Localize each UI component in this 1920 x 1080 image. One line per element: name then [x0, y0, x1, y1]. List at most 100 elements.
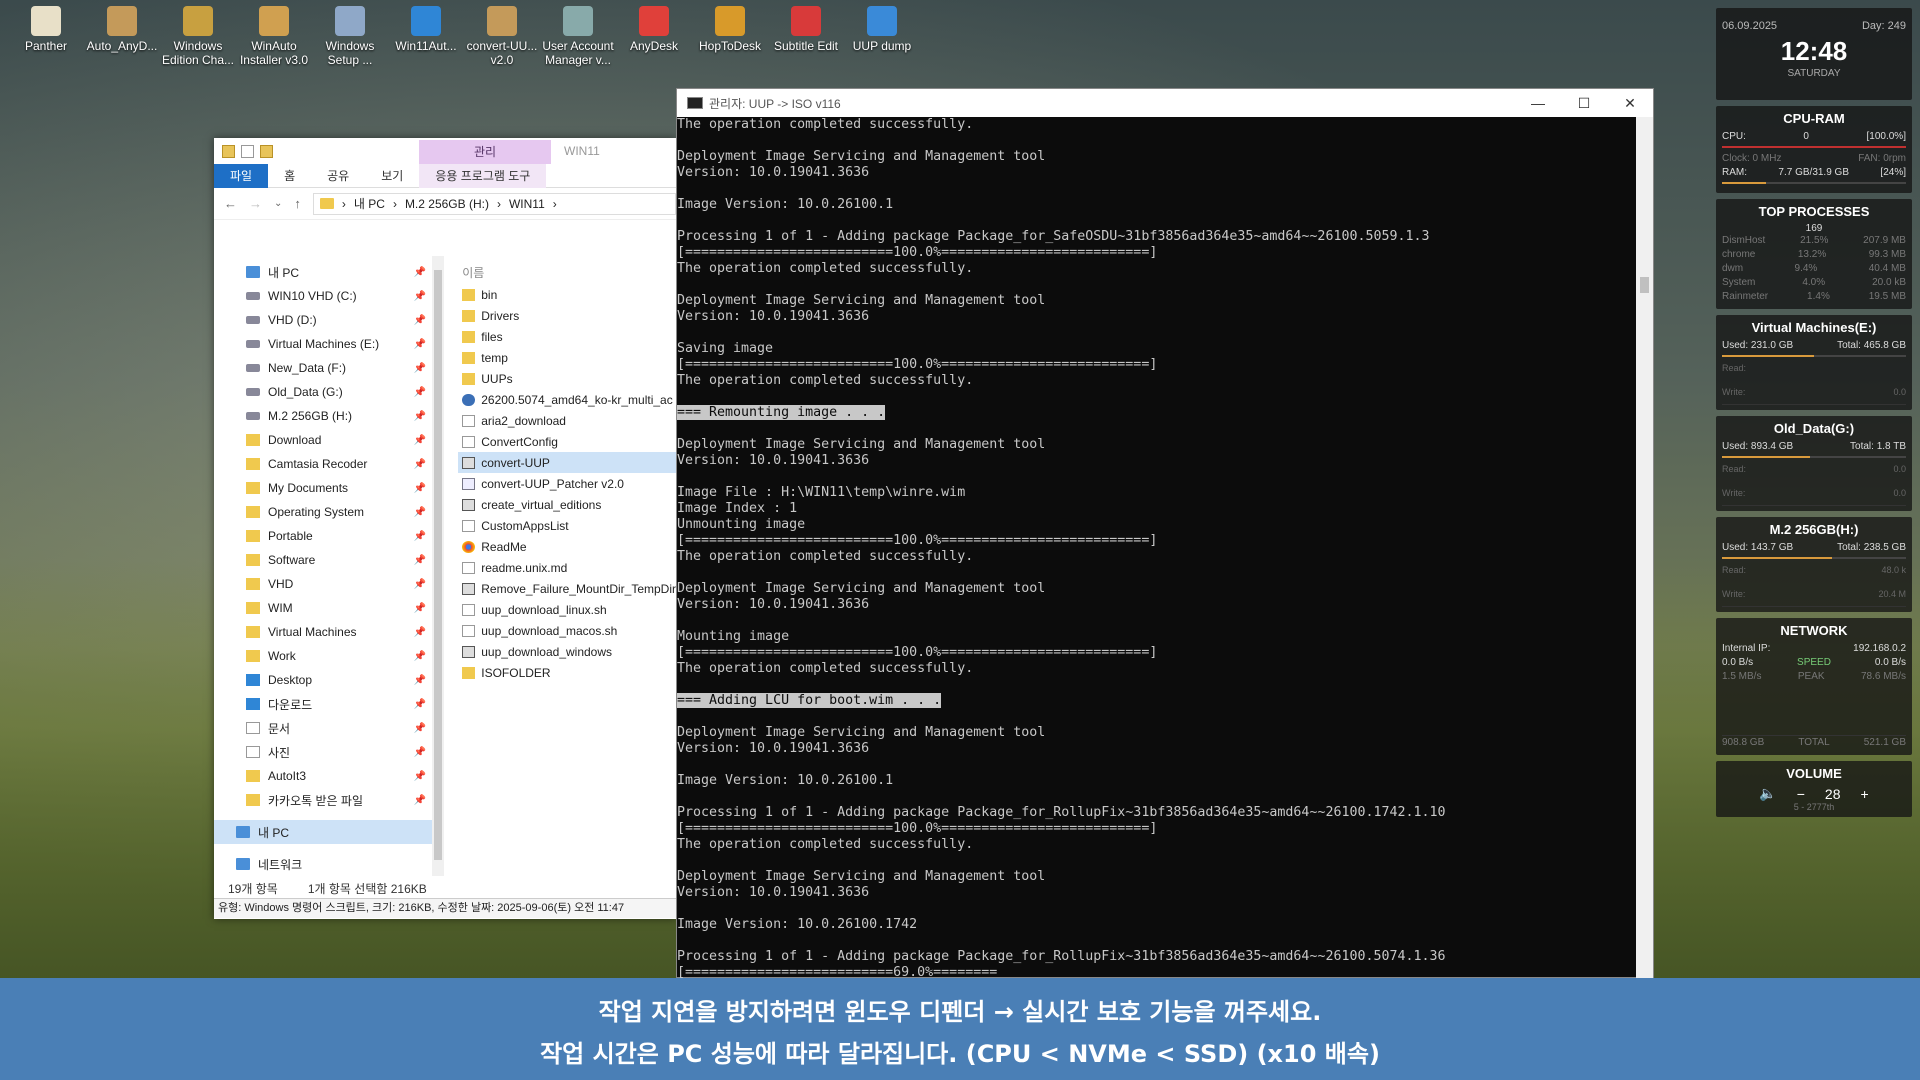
file-item[interactable]: aria2_download — [462, 410, 676, 431]
console-line: Version: 10.0.19041.3636 — [677, 453, 1637, 469]
tab-app-tools[interactable]: 응용 프로그램 도구 — [419, 163, 547, 188]
breadcrumb-item[interactable]: WIN11 — [509, 197, 545, 211]
nav-item[interactable]: M.2 256GB (H:) 📌 — [214, 404, 444, 428]
app-icon — [487, 6, 517, 36]
nav-item[interactable]: Work 📌 — [214, 644, 444, 668]
nav-item[interactable]: Virtual Machines 📌 — [214, 620, 444, 644]
tab-home[interactable]: 홈 — [268, 164, 311, 188]
column-header-name[interactable]: 이름 — [462, 262, 676, 284]
console-line-text: Saving image — [677, 341, 774, 356]
manage-tab[interactable]: 관리 — [419, 140, 551, 164]
nav-item[interactable]: VHD 📌 — [214, 572, 444, 596]
file-item[interactable]: bin — [462, 284, 676, 305]
file-item[interactable]: Remove_Failure_MountDir_TempDir — [462, 578, 676, 599]
nav-item[interactable]: 문서 📌 — [214, 716, 444, 740]
new-folder-icon[interactable] — [260, 144, 273, 158]
file-item[interactable]: temp — [462, 347, 676, 368]
breadcrumb-item[interactable]: M.2 256GB (H:) — [405, 197, 489, 211]
breadcrumb[interactable]: › 내 PC › M.2 256GB (H:) › WIN11 › — [312, 192, 676, 215]
file-item[interactable]: 26200.5074_amd64_ko-kr_multi_ac — [462, 389, 676, 410]
widget-title: NETWORK — [1780, 623, 1848, 638]
file-item[interactable]: uup_download_windows — [462, 641, 676, 662]
folder-icon — [246, 602, 260, 614]
file-item[interactable]: files — [462, 326, 676, 347]
nav-item[interactable]: Camtasia Recoder 📌 — [214, 452, 444, 476]
file-item[interactable]: readme.unix.md — [462, 557, 676, 578]
desktop-shortcut[interactable]: AnyDesk — [616, 6, 692, 67]
nav-item[interactable]: Operating System 📌 — [214, 500, 444, 524]
file-item[interactable]: ConvertConfig — [462, 431, 676, 452]
nav-item[interactable]: My Documents 📌 — [214, 476, 444, 500]
file-item[interactable]: UUPs — [462, 368, 676, 389]
properties-icon[interactable] — [241, 144, 254, 158]
desktop-shortcut[interactable]: User Account Manager v... — [540, 6, 616, 67]
tab-file[interactable]: 파일 — [214, 163, 269, 188]
file-item[interactable]: Drivers — [462, 305, 676, 326]
chevron-right-icon: › — [392, 196, 397, 211]
quick-access-toolbar[interactable] — [222, 144, 273, 158]
desktop-shortcut[interactable]: Auto_AnyD... — [84, 6, 160, 67]
process-row: Rainmeter 1.4% 19.5 MB — [1722, 290, 1906, 304]
desktop-shortcut[interactable]: WinAuto Installer v3.0 — [236, 6, 312, 67]
tab-share[interactable]: 공유 — [311, 164, 365, 188]
desktop-shortcut[interactable]: Subtitle Edit — [768, 6, 844, 67]
desktop-shortcut[interactable]: HopToDesk — [692, 6, 768, 67]
desktop-shortcut[interactable]: Win11Aut... — [388, 6, 464, 67]
nav-scrollbar[interactable] — [432, 256, 445, 876]
nav-item-this-pc[interactable]: 내 PC — [214, 820, 445, 844]
file-item[interactable]: uup_download_linux.sh — [462, 599, 676, 620]
nav-item-label: My Documents — [268, 481, 349, 495]
network-graph — [1722, 688, 1906, 736]
desktop-shortcut[interactable]: Panther — [8, 6, 84, 67]
desktop-shortcut[interactable]: UUP dump — [844, 6, 920, 67]
nav-item[interactable]: WIN10 VHD (C:) 📌 — [214, 284, 444, 308]
volume-up-button[interactable]: + — [1861, 786, 1869, 802]
nav-item[interactable]: Portable 📌 — [214, 524, 444, 548]
desktop-shortcut[interactable]: convert-UU... v2.0 — [464, 6, 540, 67]
nav-item[interactable]: Virtual Machines (E:) 📌 — [214, 332, 444, 356]
minimize-icon[interactable]: — — [1515, 95, 1561, 112]
nav-item[interactable]: AutoIt3 📌 — [214, 764, 444, 788]
nav-item-label: 문서 — [268, 721, 291, 736]
file-name: ISOFOLDER — [481, 665, 551, 680]
console-scrollbar[interactable] — [1636, 117, 1653, 979]
up-arrow-icon[interactable]: ↑ — [294, 196, 301, 211]
file-item[interactable]: convert-UUP — [458, 452, 676, 473]
nav-item[interactable]: New_Data (F:) 📌 — [214, 356, 444, 380]
breadcrumb-item[interactable]: 내 PC — [354, 195, 385, 212]
nav-item[interactable]: VHD (D:) 📌 — [214, 308, 444, 332]
file-item[interactable]: ISOFOLDER — [462, 662, 676, 683]
speaker-icon[interactable]: 🔈 — [1759, 785, 1776, 802]
navigation-pane: 내 PC 📌 WIN10 VHD (C:) 📌 VHD (D:) 📌 Virtual Mac… — [214, 256, 445, 884]
file-item[interactable]: create_virtual_editions — [462, 494, 676, 515]
nav-item[interactable]: Download 📌 — [214, 428, 444, 452]
file-item[interactable]: ReadMe — [462, 536, 676, 557]
close-icon[interactable]: ✕ — [1607, 95, 1653, 112]
write-label: Write: — [1722, 387, 1746, 397]
forward-arrow-icon[interactable]: → — [249, 196, 262, 211]
desktop-shortcut[interactable]: Windows Setup ... — [312, 6, 388, 67]
file-item[interactable]: convert-UUP_Patcher v2.0 — [462, 473, 676, 494]
desktop-shortcut[interactable]: Windows Edition Cha... — [160, 6, 236, 67]
console-line-text: Deployment Image Servicing and Managemen… — [677, 581, 1046, 596]
back-arrow-icon[interactable]: ← — [224, 196, 237, 211]
nav-item[interactable]: Old_Data (G:) 📌 — [214, 380, 444, 404]
nav-item[interactable]: 카카오톡 받은 파일 📌 — [214, 788, 444, 812]
volume-down-button[interactable]: − — [1797, 786, 1805, 802]
maximize-icon[interactable]: ☐ — [1561, 95, 1607, 112]
batch-file-icon — [462, 645, 476, 658]
nav-item[interactable]: WIM 📌 — [214, 596, 444, 620]
nav-item[interactable]: Desktop 📌 — [214, 668, 444, 692]
tab-view[interactable]: 보기 — [365, 164, 419, 188]
file-item[interactable]: uup_download_macos.sh — [462, 620, 676, 641]
nav-item[interactable]: 다운로드 📌 — [214, 692, 444, 716]
nav-item[interactable]: 사진 📌 — [214, 740, 444, 764]
nav-item-network[interactable]: 네트워크 — [214, 852, 444, 876]
folder-icon — [246, 458, 260, 470]
recent-chevron-icon[interactable]: ⌄ — [274, 198, 282, 209]
nav-item[interactable]: Software 📌 — [214, 548, 444, 572]
file-item[interactable]: CustomAppsList — [462, 515, 676, 536]
process-name: dwm — [1722, 263, 1744, 274]
nav-item[interactable]: 내 PC 📌 — [214, 260, 444, 284]
nav-item-label: Download — [268, 433, 322, 447]
